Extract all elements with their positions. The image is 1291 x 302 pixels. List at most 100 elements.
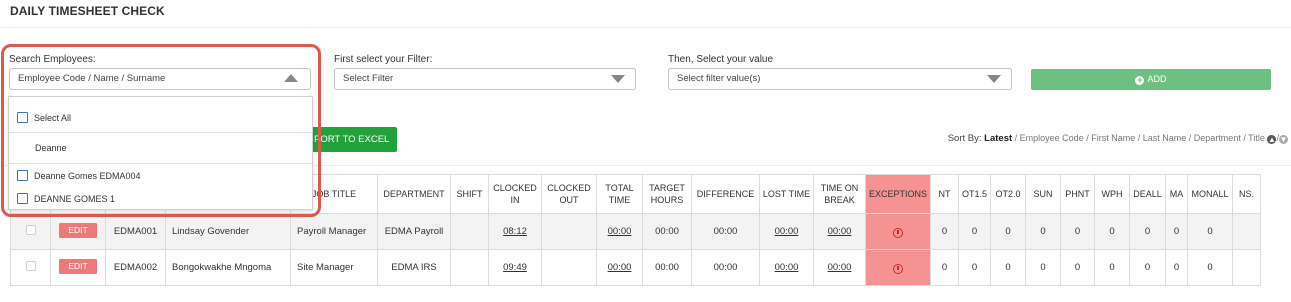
table-row: EDIT EDMA002 Bongokwakhe Mngoma Site Man…: [10, 249, 1261, 286]
export-to-excel-button[interactable]: PORT TO EXCEL: [300, 127, 397, 152]
deall-cell: 0: [1129, 249, 1166, 286]
clock-icon[interactable]: [893, 228, 903, 238]
target-hours-cell: 00:00: [642, 249, 692, 286]
column-header-shift[interactable]: SHIFT: [450, 174, 489, 214]
add-button[interactable]: + ADD: [1031, 69, 1271, 90]
filter-value-label: Then, Select your value: [668, 54, 774, 65]
column-header-difference[interactable]: DIFFERENCE: [691, 174, 760, 214]
lost-time-link[interactable]: 00:00: [775, 226, 799, 237]
title-divider: [0, 27, 1291, 28]
sort-option-title[interactable]: Title: [1248, 133, 1265, 143]
target-hours-cell: 00:00: [642, 213, 692, 250]
caret-up-icon[interactable]: [284, 74, 298, 82]
select-all-option[interactable]: Select All: [9, 108, 312, 128]
sort-option-first-name[interactable]: First Name: [1091, 133, 1135, 143]
column-header-monall[interactable]: MONALL: [1187, 174, 1233, 214]
time-on-break-link[interactable]: 00:00: [828, 226, 852, 237]
column-header-clocked-in[interactable]: CLOCKED IN: [488, 174, 542, 214]
column-header-department[interactable]: DEPARTMENT: [377, 174, 451, 214]
edit-cell: EDIT: [50, 213, 106, 250]
column-header-exceptions[interactable]: EXCEPTIONS: [865, 174, 931, 214]
employee-option-checkbox[interactable]: [17, 193, 28, 204]
select-all-checkbox[interactable]: [17, 112, 28, 123]
sort-separator: /: [1135, 133, 1143, 143]
filter-select[interactable]: Select Filter: [334, 68, 636, 90]
total-time-link[interactable]: 00:00: [608, 262, 632, 273]
row-checkbox[interactable]: [25, 261, 36, 271]
clocked-in-cell: 09:49: [488, 249, 542, 286]
edit-button[interactable]: EDIT: [59, 223, 97, 238]
time-on-break-link[interactable]: 00:00: [828, 262, 852, 273]
chevron-down-icon[interactable]: [611, 75, 625, 83]
department-cell: EDMA IRS: [377, 249, 451, 286]
column-header-ot20[interactable]: OT2.0: [990, 174, 1026, 214]
plus-circle-icon: +: [1135, 75, 1145, 85]
sort-option-last-name[interactable]: Last Name: [1143, 133, 1187, 143]
deall-cell: 0: [1129, 213, 1166, 250]
job-title-cell: Payroll Manager: [290, 213, 378, 250]
column-header-wph[interactable]: WPH: [1094, 174, 1130, 214]
column-header-target-hours[interactable]: TARGET HOURS: [642, 174, 692, 214]
ns-cell: [1232, 249, 1261, 286]
sort-option-department[interactable]: Department: [1194, 133, 1241, 143]
dropdown-search-field[interactable]: Deanne: [9, 137, 312, 159]
clock-icon[interactable]: [893, 264, 903, 274]
sort-descending-icon[interactable]: ▼: [1279, 135, 1288, 144]
column-header-deall[interactable]: DEALL: [1129, 174, 1166, 214]
total-time-link[interactable]: 00:00: [608, 226, 632, 237]
employee-option-label: DEANNE GOMES 1: [34, 194, 116, 204]
chevron-down-icon[interactable]: [987, 75, 1001, 83]
employee-option[interactable]: DEANNE GOMES 1: [9, 190, 312, 210]
nt-cell: 0: [930, 249, 959, 286]
sun-cell: 0: [1025, 249, 1061, 286]
ma-cell: 0: [1165, 249, 1188, 286]
ma-cell: 0: [1165, 213, 1188, 250]
employee-search-dropdown: Select All Deanne Deanne Gomes EDMA004 D…: [8, 96, 313, 210]
clocked-out-cell: [541, 213, 597, 250]
column-header-phnt[interactable]: PHNT: [1060, 174, 1095, 214]
add-button-label: ADD: [1147, 74, 1167, 84]
column-header-nt[interactable]: NT: [930, 174, 959, 214]
lost-time-link[interactable]: 00:00: [775, 262, 799, 273]
exceptions-cell: [865, 213, 931, 250]
edit-button[interactable]: EDIT: [59, 259, 97, 274]
row-checkbox[interactable]: [25, 225, 36, 235]
column-header-total-time[interactable]: TOTAL TIME: [596, 174, 643, 214]
row-select-cell: [10, 249, 51, 286]
sort-option-employee-code[interactable]: Employee Code: [1020, 133, 1084, 143]
lost-time-cell: 00:00: [759, 249, 814, 286]
difference-cell: 00:00: [691, 213, 760, 250]
sort-bar: Sort By: Latest / Employee Code / First …: [948, 133, 1288, 144]
clocked-in-link[interactable]: 08:12: [503, 226, 527, 237]
column-header-clocked-out[interactable]: CLOCKED OUT: [541, 174, 597, 214]
column-header-time-on-break[interactable]: TIME ON BREAK: [813, 174, 866, 214]
employee-name-cell: Lindsay Govender: [165, 213, 291, 250]
phnt-cell: 0: [1060, 213, 1095, 250]
ot20-cell: 0: [990, 249, 1026, 286]
filter-label: First select your Filter:: [334, 54, 433, 65]
employee-name-cell: Bongokwakhe Mngoma: [165, 249, 291, 286]
column-header-ot15[interactable]: OT1.5: [958, 174, 991, 214]
column-header-lost-time[interactable]: LOST TIME: [759, 174, 814, 214]
sort-separator: /: [1012, 133, 1020, 143]
export-button-label: PORT TO EXCEL: [314, 134, 390, 145]
exceptions-cell: [865, 249, 931, 286]
sort-prefix: Sort By:: [947, 133, 982, 144]
dropdown-divider: [9, 163, 312, 164]
column-header-ns[interactable]: NS.: [1232, 174, 1261, 214]
sort-option-latest[interactable]: Latest: [984, 133, 1012, 144]
time-on-break-cell: 00:00: [813, 249, 866, 286]
clocked-in-link[interactable]: 09:49: [503, 262, 527, 273]
employee-option-checkbox[interactable]: [17, 170, 28, 181]
employee-option[interactable]: Deanne Gomes EDMA004: [9, 167, 312, 187]
table-row: EDIT EDMA001 Lindsay Govender Payroll Ma…: [10, 213, 1261, 250]
search-employees-label: Search Employees:: [9, 54, 96, 65]
ot15-cell: 0: [958, 213, 991, 250]
total-time-cell: 00:00: [596, 213, 643, 250]
ns-cell: [1232, 213, 1261, 250]
filter-value-select[interactable]: Select filter value(s): [668, 68, 1012, 90]
search-employees-input[interactable]: Employee Code / Name / Surname: [9, 68, 311, 90]
select-all-label: Select All: [34, 113, 72, 123]
column-header-sun[interactable]: SUN: [1025, 174, 1061, 214]
column-header-ma[interactable]: MA: [1165, 174, 1188, 214]
